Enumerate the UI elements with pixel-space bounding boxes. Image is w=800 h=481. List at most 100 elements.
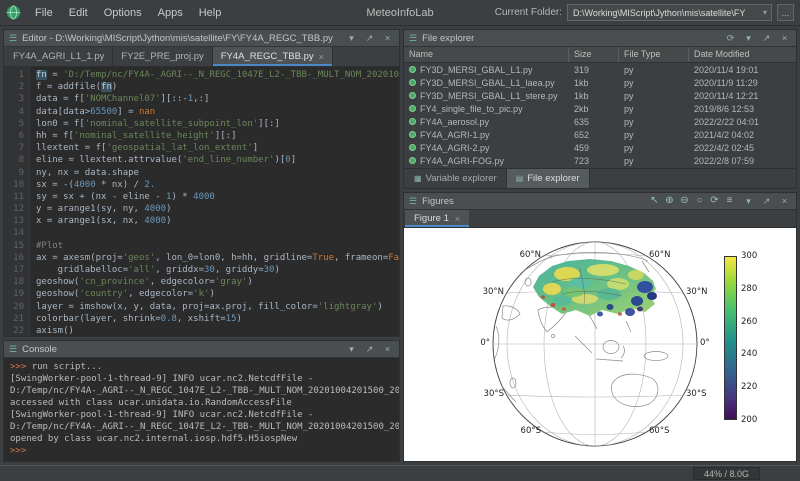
code-line: data[data>65500] = nan	[36, 106, 399, 118]
grid-label: 0°	[700, 338, 710, 348]
py-file-icon	[409, 66, 416, 73]
colorbar-tick-label: 200	[741, 415, 757, 425]
left-column: ☰ Editor - D:\Working\MIScript\Jython\mi…	[3, 29, 400, 462]
editor-panel: ☰ Editor - D:\Working\MIScript\Jython\mi…	[3, 29, 400, 337]
tab-close-icon[interactable]: ×	[319, 52, 324, 62]
editor-code-lines[interactable]: fn = 'D:/Temp/nc/FY4A-_AGRI--_N_REGC_104…	[30, 67, 399, 336]
float-icon[interactable]: ↗	[760, 197, 773, 206]
line-number: 22	[4, 325, 24, 336]
float-icon[interactable]: ↗	[760, 34, 773, 43]
float-icon[interactable]: ↗	[363, 34, 376, 43]
column-header-file-type[interactable]: File Type	[619, 47, 689, 62]
current-folder-combobox[interactable]: D:\Working\MIScript\Jython\mis\satellite…	[567, 4, 772, 21]
memory-usage: 44% / 8.0G	[693, 467, 760, 480]
tab-file-explorer[interactable]: ▤File explorer	[507, 169, 590, 188]
py-file-icon	[409, 79, 416, 86]
close-icon[interactable]: ×	[778, 34, 791, 43]
figures-panel-menu-icon[interactable]: ☰	[409, 197, 417, 206]
table-row[interactable]: FY4_single_file_to_pic.py2kbpy2019/8/6 1…	[404, 102, 796, 115]
explorer-bottom-tabs: ▦Variable explorer▤File explorer	[404, 168, 796, 188]
line-number: 5	[4, 118, 24, 130]
editor-tab[interactable]: FY4A_AGRI_L1_1.py	[5, 47, 113, 66]
close-icon[interactable]: ×	[778, 197, 791, 206]
figure-tab[interactable]: Figure 1 ×	[405, 210, 469, 227]
float-icon[interactable]: ↗	[363, 345, 376, 354]
file-date-cell: 2020/11/4 19:01	[689, 65, 796, 75]
figure-canvas[interactable]: 60°N60°N30°N30°N0°0°30°S30°S60°S60°S3002…	[404, 228, 796, 461]
tab-variable-explorer[interactable]: ▦Variable explorer	[405, 169, 507, 188]
table-row[interactable]: FY4A_aerosol.py635py2022/2/22 04:01	[404, 115, 796, 128]
console-panel-menu-icon[interactable]: ☰	[9, 345, 17, 354]
code-editor[interactable]: 12345678910111213141516171819202122 fn =…	[4, 67, 399, 336]
rotate-icon[interactable]: ⟳	[707, 196, 722, 206]
menu-bar: FileEditOptionsAppsHelp MeteoInfoLab Cur…	[0, 0, 800, 26]
file-type-cell: py	[619, 65, 689, 75]
chevron-down-icon[interactable]: ▾	[763, 8, 767, 17]
file-date-cell: 2022/4/2 02:45	[689, 143, 796, 153]
browse-folder-button[interactable]: ...	[777, 4, 794, 21]
console-line: opened by class ucar.nc2.internal.iosp.h…	[10, 433, 393, 445]
editor-tab[interactable]: FY2E_PRE_proj.py	[113, 47, 212, 66]
file-type-cell: py	[619, 117, 689, 127]
minimize-icon[interactable]: ▾	[742, 197, 755, 206]
code-line: colorbar(layer, shrink=0.8, xshift=15)	[36, 313, 399, 325]
table-row[interactable]: FY4A_AGRI-1.py652py2021/4/2 04:02	[404, 128, 796, 141]
line-number: 10	[4, 179, 24, 191]
line-number: 16	[4, 252, 24, 264]
identify-icon[interactable]: ≡	[722, 196, 737, 206]
line-number: 9	[4, 167, 24, 179]
file-name-cell: FY4_single_file_to_pic.py	[404, 104, 569, 114]
pointer-icon[interactable]: ↖	[647, 196, 662, 206]
table-row[interactable]: FY3D_MERSI_GBAL_L1.py319py2020/11/4 19:0…	[404, 63, 796, 76]
line-number: 11	[4, 191, 24, 203]
menu-item-edit[interactable]: Edit	[61, 4, 96, 22]
minimize-icon[interactable]: ▾	[345, 34, 358, 43]
table-row[interactable]: FY3D_MERSI_GBAL_L1_stere.py1kbpy2020/11/…	[404, 89, 796, 102]
menu-item-help[interactable]: Help	[191, 4, 230, 22]
grid-label: 30°N	[686, 287, 707, 297]
file-explorer-title: File explorer	[422, 33, 474, 44]
code-line: x = arange1(sx, nx, 4000)	[36, 215, 399, 227]
column-header-date-modified[interactable]: Date Modified	[689, 47, 796, 62]
zoom-out-icon[interactable]: ⊖	[677, 196, 692, 206]
grid-label: 30°N	[470, 287, 504, 297]
main-area: ☰ Editor - D:\Working\MIScript\Jython\mi…	[0, 26, 800, 465]
code-line: #Plot	[36, 240, 399, 252]
code-line: geoshow('cn_province', edgecolor='gray')	[36, 276, 399, 288]
colorbar-tick-label: 220	[741, 382, 757, 392]
file-size-cell: 1kb	[569, 78, 619, 88]
table-row[interactable]: FY4A_AGRI-FOG.py723py2022/2/8 07:59	[404, 154, 796, 167]
column-header-size[interactable]: Size	[569, 47, 619, 62]
console-line: accessed with class ucar.unidata.io.Rand…	[10, 397, 393, 409]
file-explorer-menu-icon[interactable]: ☰	[409, 34, 417, 43]
menu-item-file[interactable]: File	[27, 4, 61, 22]
editor-tab-bar: FY4A_AGRI_L1_1.pyFY2E_PRE_proj.pyFY4A_RE…	[4, 47, 399, 67]
status-bar: 44% / 8.0G	[0, 465, 800, 481]
menu-item-apps[interactable]: Apps	[150, 4, 191, 22]
console-output[interactable]: >>> run script...[SwingWorker-pool-1-thr…	[4, 358, 399, 461]
editor-tab[interactable]: FY4A_REGC_TBB.py×	[213, 47, 333, 66]
py-file-icon	[409, 131, 416, 138]
console-panel-header: ☰ Console ▾ ↗ ×	[4, 341, 399, 358]
column-header-name[interactable]: Name	[404, 47, 569, 62]
file-table: NameSizeFile TypeDate Modified FY3D_MERS…	[404, 47, 796, 168]
line-number: 15	[4, 240, 24, 252]
tab-close-icon[interactable]: ×	[455, 214, 460, 224]
refresh-icon[interactable]: ⟳	[724, 34, 737, 43]
line-number: 3	[4, 93, 24, 105]
file-type-cell: py	[619, 91, 689, 101]
minimize-icon[interactable]: ▾	[742, 34, 755, 43]
file-name-cell: FY4A_AGRI-2.py	[404, 143, 569, 153]
zoom-in-icon[interactable]: ⊕	[662, 196, 677, 206]
table-row[interactable]: FY4A_AGRI-2.py459py2022/4/2 02:45	[404, 141, 796, 154]
full-extent-icon[interactable]: ○	[692, 196, 707, 206]
minimize-icon[interactable]: ▾	[345, 345, 358, 354]
file-name-cell: FY3D_MERSI_GBAL_L1_stere.py	[404, 91, 569, 101]
figures-panel-header: ☰ Figures ↖⊕⊖○⟳≡ ▾ ↗ ×	[404, 193, 796, 210]
close-icon[interactable]: ×	[381, 345, 394, 354]
editor-panel-menu-icon[interactable]: ☰	[9, 34, 17, 43]
menu-item-options[interactable]: Options	[96, 4, 150, 22]
code-line: sx = -(4000 * nx) / 2.	[36, 179, 399, 191]
table-row[interactable]: FY3D_MERSI_GBAL_L1_laea.py1kbpy2020/11/9…	[404, 76, 796, 89]
close-icon[interactable]: ×	[381, 34, 394, 43]
